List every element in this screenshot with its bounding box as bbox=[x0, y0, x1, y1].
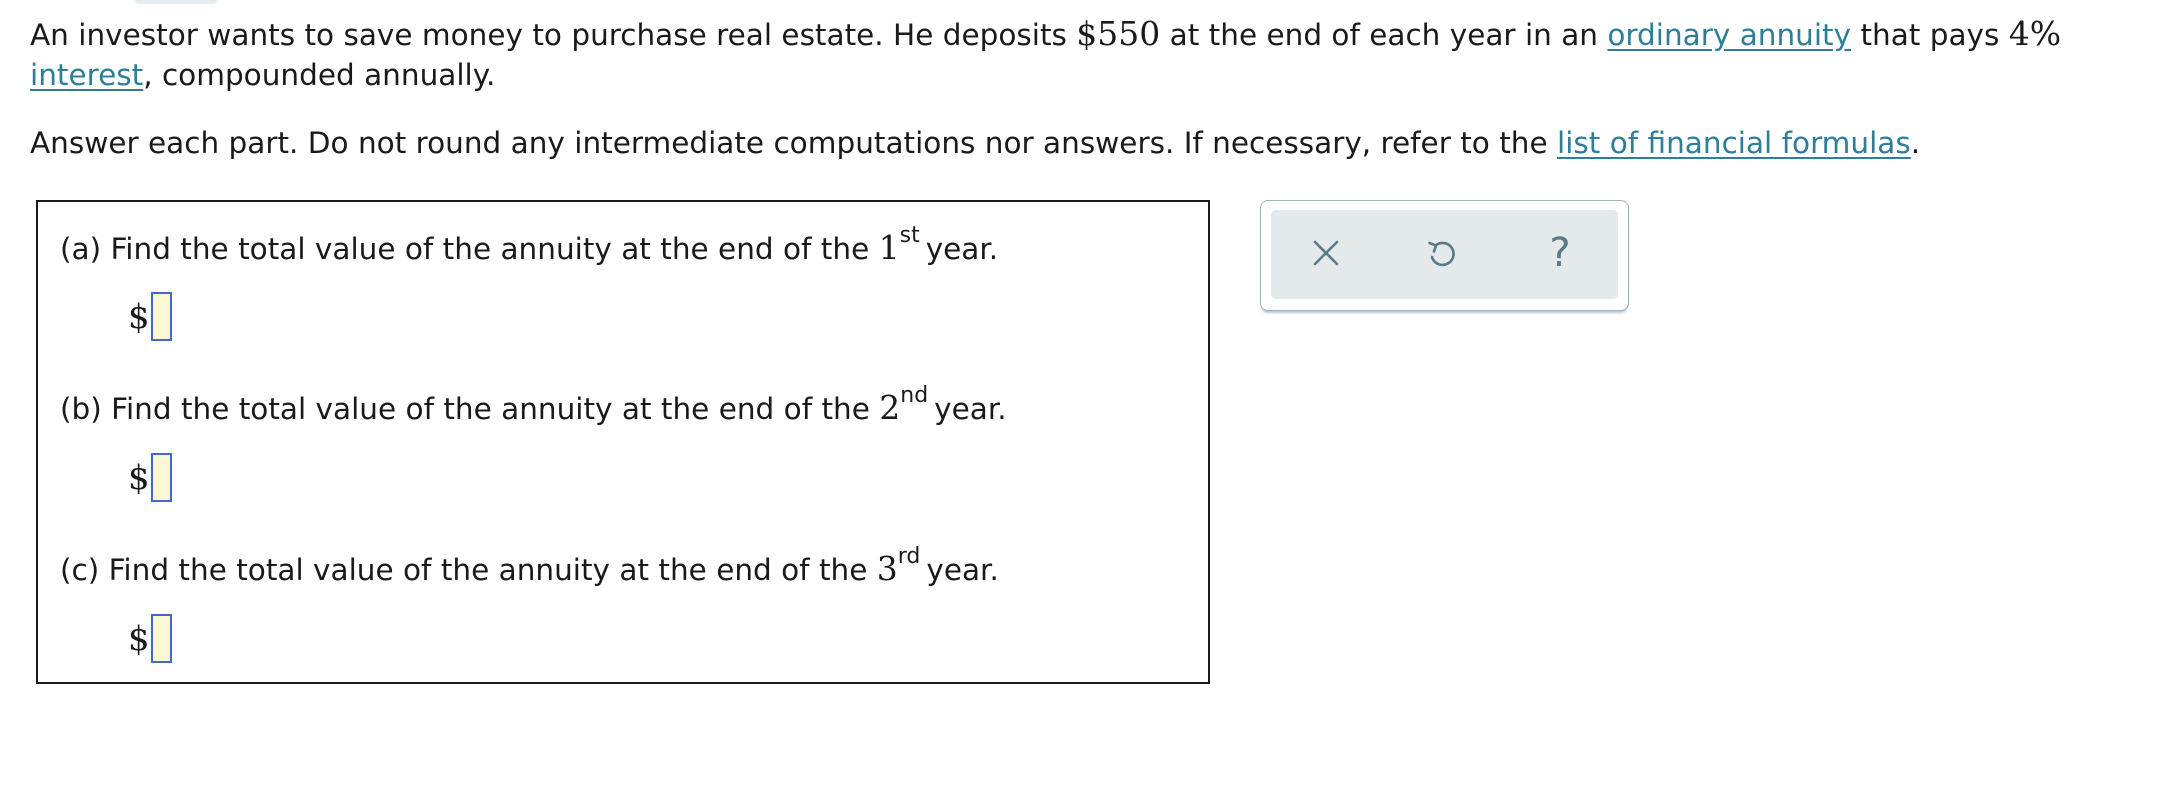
interest-link[interactable]: interest bbox=[30, 58, 143, 92]
part-b-ordinal: 2 bbox=[879, 388, 901, 427]
intro-text-5: , compounded annually. bbox=[143, 58, 496, 92]
top-tab-indicator bbox=[132, 0, 220, 4]
question-box: (a) Find the total value of the annuity … bbox=[36, 200, 1210, 684]
part-c-ordinal: 3 bbox=[876, 549, 898, 588]
clear-button[interactable] bbox=[1303, 230, 1349, 276]
part-a-question: (a) Find the total value of the annuity … bbox=[60, 223, 999, 267]
part-a-ordinal-suffix: st bbox=[899, 223, 920, 249]
undo-button[interactable] bbox=[1419, 230, 1465, 276]
deposit-amount: $550 bbox=[1076, 14, 1161, 53]
close-icon bbox=[1313, 240, 1339, 266]
part-a-answer-input[interactable] bbox=[150, 292, 172, 341]
answer-toolbar: ? bbox=[1260, 200, 1629, 311]
part-b-dollar-sign: $ bbox=[128, 457, 150, 498]
part-b-answer-input[interactable] bbox=[150, 453, 172, 502]
instructions-text: Answer each part. Do not round any inter… bbox=[30, 126, 1557, 160]
part-a-ordinal: 1 bbox=[878, 228, 900, 267]
answer-toolbar-inner: ? bbox=[1271, 210, 1618, 299]
part-a-text: (a) Find the total value of the annuity … bbox=[60, 232, 879, 266]
part-c-ordinal-suffix: rd bbox=[897, 544, 921, 570]
help-button[interactable]: ? bbox=[1537, 230, 1583, 276]
instructions: Answer each part. Do not round any inter… bbox=[30, 123, 2140, 163]
part-b-ordinal-suffix: nd bbox=[900, 383, 929, 409]
intro-text-3: that pays bbox=[1851, 18, 2009, 52]
part-c-dollar-sign: $ bbox=[128, 618, 150, 659]
part-a-year: year. bbox=[925, 232, 999, 266]
interest-rate: 4% bbox=[2008, 14, 2062, 53]
part-c-year: year. bbox=[926, 553, 999, 587]
part-b-answer-row: $ bbox=[128, 453, 172, 502]
part-a-answer-row: $ bbox=[128, 292, 172, 341]
part-c-text: (c) Find the total value of the annuity … bbox=[60, 553, 877, 587]
ordinary-annuity-link[interactable]: ordinary annuity bbox=[1607, 18, 1851, 52]
part-c-answer-row: $ bbox=[128, 614, 172, 663]
financial-formulas-link[interactable]: list of financial formulas bbox=[1557, 126, 1911, 160]
part-c-question: (c) Find the total value of the annuity … bbox=[60, 544, 999, 588]
intro-text-1: An investor wants to save money to purch… bbox=[30, 18, 1077, 52]
part-a-dollar-sign: $ bbox=[128, 296, 150, 337]
intro-text-2: at the end of each year in an bbox=[1160, 18, 1608, 52]
instructions-period: . bbox=[1910, 126, 1921, 160]
part-b-question: (b) Find the total value of the annuity … bbox=[60, 383, 1007, 427]
part-b-year: year. bbox=[934, 392, 1007, 426]
help-icon: ? bbox=[1549, 230, 1571, 276]
undo-icon bbox=[1428, 241, 1455, 267]
part-c-answer-input[interactable] bbox=[150, 614, 172, 663]
part-b-text: (b) Find the total value of the annuity … bbox=[60, 392, 880, 426]
problem-statement: An investor wants to save money to purch… bbox=[30, 14, 2140, 95]
